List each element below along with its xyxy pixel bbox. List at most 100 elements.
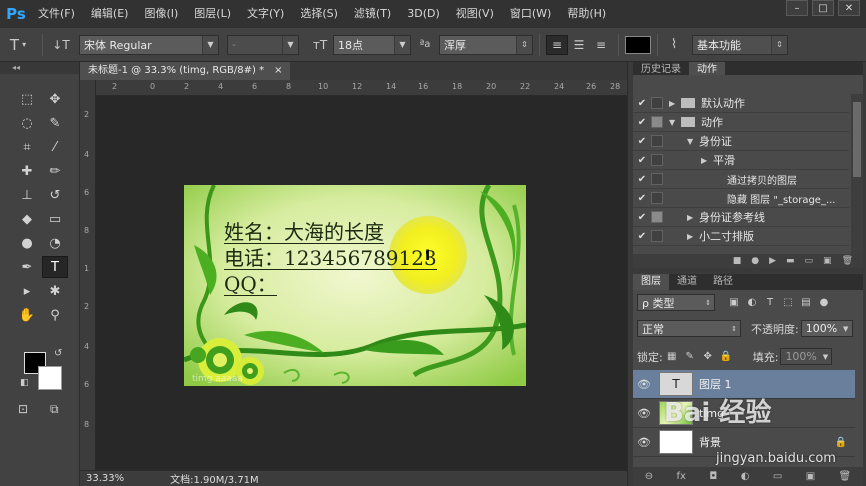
text-color-swatch[interactable] (625, 35, 651, 54)
eye-icon[interactable]: 👁 (633, 436, 655, 449)
dialog-toggle-box[interactable] (651, 97, 663, 109)
menu-view[interactable]: 视图(V) (448, 0, 502, 28)
checkmark-icon[interactable]: ✔ (633, 155, 651, 166)
checkmark-icon[interactable]: ✔ (633, 117, 651, 128)
dialog-toggle-box[interactable] (651, 135, 663, 147)
checkmark-icon[interactable]: ✔ (633, 231, 651, 242)
toggle-orientation-icon[interactable]: ↓T (49, 38, 73, 52)
clone-stamp-tool-icon[interactable]: ⊥ (14, 184, 40, 206)
background-color-swatch[interactable] (38, 366, 62, 390)
duplicate-icon[interactable]: ▣ (823, 256, 832, 266)
menu-image[interactable]: 图像(I) (136, 0, 186, 28)
warp-text-icon[interactable]: ⌇ (664, 37, 684, 52)
new-action-icon[interactable]: ▭ (805, 256, 814, 266)
dialog-toggle-box[interactable] (651, 211, 663, 223)
actions-scrollbar[interactable] (851, 94, 863, 254)
blur-tool-icon[interactable]: ● (14, 232, 40, 254)
lock-transparent-icon[interactable]: ▦ (663, 351, 681, 362)
healing-brush-tool-icon[interactable]: ✚ (14, 160, 40, 182)
eyedropper-tool-icon[interactable]: ⁄ (42, 136, 68, 158)
path-select-tool-icon[interactable]: ▸ (14, 280, 40, 302)
move-tool-icon[interactable]: ✥ (42, 88, 68, 110)
dodge-tool-icon[interactable]: ◔ (42, 232, 68, 254)
font-family-select[interactable]: 宋体 Regular ▼ (79, 34, 219, 55)
new-group-icon[interactable]: ▭ (773, 471, 782, 482)
menu-window[interactable]: 窗口(W) (502, 0, 559, 28)
menu-layer[interactable]: 图层(L) (186, 0, 239, 28)
dialog-toggle-box[interactable] (651, 173, 663, 185)
screen-mode-icon[interactable]: ⧉ (50, 402, 59, 417)
quick-mask-icon[interactable]: ⊡ (18, 402, 28, 416)
expand-triangle-icon[interactable]: ▶ (687, 213, 699, 222)
pen-tool-icon[interactable]: ✒ (14, 256, 40, 278)
type-filter-icon[interactable]: T (761, 297, 779, 308)
dialog-toggle-box[interactable] (651, 116, 663, 128)
new-set-icon[interactable]: ▬ (786, 256, 795, 266)
close-button[interactable]: ✕ (838, 0, 860, 16)
type-tool-preset-icon[interactable]: T ▾ (0, 36, 36, 54)
horizontal-ruler[interactable]: 2 0 2 4 6 8 10 12 14 16 18 20 22 24 26 2… (96, 80, 627, 96)
eraser-tool-icon[interactable]: ◆ (14, 208, 40, 230)
checkmark-icon[interactable]: ✔ (633, 174, 651, 185)
align-left-button[interactable]: ≡ (546, 34, 568, 55)
menu-select[interactable]: 选择(S) (292, 0, 346, 28)
swap-colors-icon[interactable]: ↺ (54, 348, 62, 359)
opacity-input[interactable]: 100% ▼ (800, 320, 853, 337)
business-card-image[interactable]: 姓名：大海的长度 电话：123456789123 QQ： I timg aaaa… (184, 185, 526, 386)
close-tab-icon[interactable]: × (274, 62, 282, 80)
dialog-toggle-box[interactable] (651, 192, 663, 204)
minimize-button[interactable]: – (786, 0, 808, 16)
action-row[interactable]: ✔ 隐藏 图层 "_storage_... (633, 189, 849, 208)
play-icon[interactable]: ▶ (769, 256, 776, 266)
link-layers-icon[interactable]: ⊖ (645, 471, 653, 482)
adjustment-layer-icon[interactable]: ◐ (741, 471, 750, 482)
menu-edit[interactable]: 编辑(E) (83, 0, 137, 28)
scrollbar-thumb[interactable] (853, 102, 861, 177)
fill-input[interactable]: 100% ▼ (780, 348, 833, 365)
adjustment-filter-icon[interactable]: ◐ (743, 297, 761, 308)
expand-triangle-icon[interactable]: ▶ (669, 99, 681, 108)
lasso-tool-icon[interactable]: ◌ (14, 112, 40, 134)
card-name-text[interactable]: 姓名：大海的长度 (224, 221, 384, 244)
shape-tool-icon[interactable]: ✱ (42, 280, 68, 302)
eye-icon[interactable]: 👁 (633, 378, 655, 391)
brush-tool-icon[interactable]: ✏ (42, 160, 68, 182)
checkmark-icon[interactable]: ✔ (633, 98, 651, 109)
record-icon[interactable]: ● (751, 256, 759, 266)
menu-type[interactable]: 文字(Y) (239, 0, 292, 28)
marquee-tool-icon[interactable]: ⬚ (14, 88, 40, 110)
eye-icon[interactable]: 👁 (633, 407, 655, 420)
menu-help[interactable]: 帮助(H) (559, 0, 614, 28)
type-tool-icon[interactable]: T (42, 256, 68, 278)
checkmark-icon[interactable]: ✔ (633, 136, 651, 147)
font-size-select[interactable]: 18点 ▼ (333, 34, 411, 55)
add-mask-icon[interactable]: ◘ (709, 471, 717, 482)
action-row[interactable]: ✔ ▶ 小二寸排版 (633, 227, 849, 246)
tab-layers[interactable]: 图层 (633, 274, 669, 290)
action-row[interactable]: ✔ ▶ 默认动作 (633, 94, 849, 113)
menu-file[interactable]: 文件(F) (30, 0, 83, 28)
crop-tool-icon[interactable]: ⌗ (14, 136, 40, 158)
expand-triangle-icon[interactable]: ▶ (687, 232, 699, 241)
shape-filter-icon[interactable]: ⬚ (779, 297, 797, 308)
lock-position-icon[interactable]: ✥ (699, 351, 717, 362)
document-tab[interactable]: 未标题-1 @ 33.3% (timg, RGB/8#) * × (80, 62, 291, 80)
maximize-button[interactable]: □ (812, 0, 834, 16)
zoom-tool-icon[interactable]: ⚲ (42, 304, 68, 326)
action-row[interactable]: ✔ ▼ 身份证 (633, 132, 849, 151)
vertical-ruler[interactable]: 2 4 6 8 1 2 4 6 8 (80, 80, 96, 470)
action-row[interactable]: ✔ ▶ 平滑 (633, 151, 849, 170)
action-row[interactable]: ✔ ▶ 身份证参考线 (633, 208, 849, 227)
new-layer-icon[interactable]: ▣ (806, 471, 815, 482)
align-right-button[interactable]: ≡ (590, 35, 612, 55)
align-center-button[interactable]: ☰ (568, 35, 590, 55)
workspace-select[interactable]: 基本功能 ⇕ (692, 34, 788, 55)
blend-mode-select[interactable]: 正常 ⇕ (637, 320, 741, 337)
smart-object-filter-icon[interactable]: ▤ (797, 297, 815, 308)
dialog-toggle-box[interactable] (651, 230, 663, 242)
hand-tool-icon[interactable]: ✋ (14, 304, 40, 326)
checkmark-icon[interactable]: ✔ (633, 212, 651, 223)
checkmark-icon[interactable]: ✔ (633, 193, 651, 204)
dialog-toggle-box[interactable] (651, 154, 663, 166)
tab-paths[interactable]: 路径 (705, 274, 741, 290)
